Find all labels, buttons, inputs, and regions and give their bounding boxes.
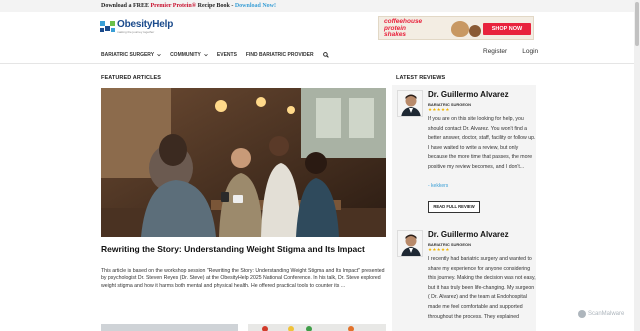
watermark-text: ScanMalware [588,311,625,317]
ad-image-beans [469,25,481,37]
review-author-link[interactable]: - kekkers [428,183,448,189]
review-card: Dr. Guillermo Alvarez BARIATRIC SURGEON … [396,85,535,213]
site-header: ObesityHelp making the journey together … [0,12,634,64]
ad-shop-now-button[interactable]: SHOP NOW [483,23,531,35]
featured-article-excerpt: This article is based on the workshop se… [101,268,385,289]
logo-icon [100,21,115,32]
nav-find-bariatric-provider[interactable]: FIND BARIATRIC PROVIDER [246,52,314,58]
featured-article-title[interactable]: Rewriting the Story: Understanding Weigh… [101,244,386,255]
article-thumbnail[interactable] [248,324,386,331]
featured-article-image[interactable] [101,88,386,237]
food-item [348,326,354,331]
avatar[interactable] [397,230,423,257]
promo-download-link[interactable]: Download Now! [235,3,276,9]
star-rating: ★★★★★ [428,247,450,252]
logo-text: ObesityHelp [117,19,174,30]
featured-articles-heading: FEATURED ARTICLES [101,75,162,81]
nav-search[interactable] [322,52,329,58]
nav-events[interactable]: EVENTS [217,52,237,58]
auth-links: Register Login [483,48,553,55]
nav-label: COMMUNITY [170,52,201,58]
site-logo[interactable]: ObesityHelp making the journey together [100,19,174,37]
review-doctor-name[interactable]: Dr. Guillermo Alvarez [428,230,509,239]
nav-label: EVENTS [216,52,237,58]
watermark: ScanMalware [578,310,624,318]
scrollbar-thumb[interactable] [635,2,639,46]
food-item [262,326,268,331]
login-link[interactable]: Login [522,48,538,55]
reviews-sidebar: Dr. Guillermo Alvarez BARIATRIC SURGEON … [392,85,536,331]
food-item [288,326,294,331]
hero-photo [101,88,386,237]
search-icon [322,52,329,58]
review-card: Dr. Guillermo Alvarez BARIATRIC SURGEON … [396,225,536,331]
shield-icon [578,310,586,318]
review-text: If you are on this site looking for help… [428,116,536,170]
main-content: FEATURED ARTICLES Rewriting the Story: U… [0,65,634,331]
chevron-down-icon [157,54,161,57]
ad-image-cup [451,21,469,37]
latest-reviews-heading: LATEST REVIEWS [396,75,446,81]
register-link[interactable]: Register [483,48,507,55]
food-item [306,326,312,331]
main-nav: BARIATRIC SURGERY COMMUNITY EVENTS FIND … [101,50,338,60]
advertisement-banner[interactable]: coffeehouse protein shakes SHOP NOW [378,16,534,40]
promo-bar[interactable]: Download a FREE Premier Protein® Recipe … [0,0,640,12]
promo-middle: Recipe Book - [197,3,234,9]
nav-label: BARIATRIC SURGERY [101,52,155,58]
star-rating: ★★★★★ [428,107,450,112]
review-text: I recently had bariatric surgery and wan… [428,256,536,320]
article-thumbnail[interactable] [101,324,238,331]
promo-highlight: Premier Protein® [150,3,197,9]
doctor-photo [398,91,422,116]
doctor-photo [398,231,422,256]
read-full-review-button[interactable]: READ FULL REVIEW [428,201,480,213]
chevron-down-icon [204,54,208,57]
promo-prefix: Download a FREE [101,3,150,9]
more-articles-row [101,322,386,331]
nav-label: FIND BARIATRIC PROVIDER [245,52,314,58]
avatar[interactable] [397,90,423,117]
nav-community[interactable]: COMMUNITY [170,52,208,58]
logo-tagline: making the journey together [117,30,155,34]
page-scrollbar[interactable] [634,0,640,331]
ad-title-line3: shakes [384,31,407,38]
nav-bariatric-surgery[interactable]: BARIATRIC SURGERY [101,52,161,58]
review-doctor-name[interactable]: Dr. Guillermo Alvarez [428,90,509,99]
ad-title: coffeehouse protein shakes [384,18,422,39]
